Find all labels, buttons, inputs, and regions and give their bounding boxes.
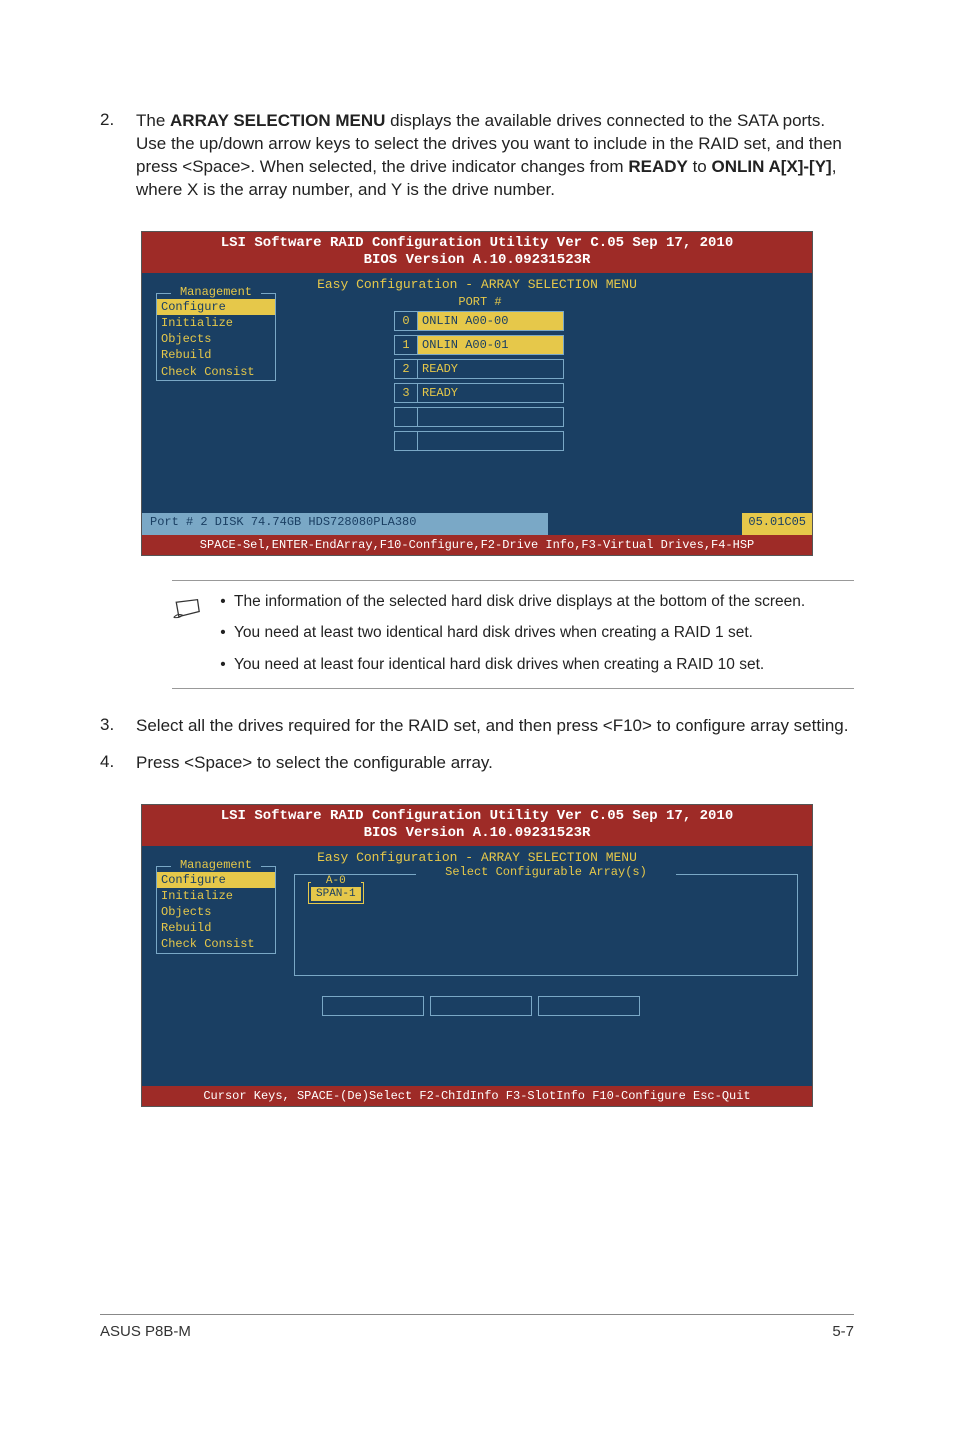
- mgmt-item-check-consist[interactable]: Check Consist: [157, 364, 275, 380]
- bullet-icon: •: [212, 622, 234, 644]
- bios-body: Easy Configuration - ARRAY SELECTION MEN…: [142, 846, 812, 1086]
- status-bar: Port # 2 DISK 74.74GB HDS728080PLA380 05…: [142, 513, 812, 535]
- mgmt-item-objects[interactable]: Objects: [157, 331, 275, 347]
- help-bar: SPACE-Sel,ENTER-EndArray,F10-Configure,F…: [142, 535, 812, 555]
- port-row[interactable]: [394, 431, 564, 451]
- port-value: READY: [418, 359, 564, 379]
- footer-right: 5-7: [832, 1323, 854, 1340]
- mgmt-item-initialize[interactable]: Initialize: [157, 888, 275, 904]
- note-block: • The information of the selected hard d…: [172, 580, 854, 689]
- port-row[interactable]: 2 READY: [394, 359, 564, 379]
- step-number: 2.: [100, 110, 136, 202]
- bold-term: ARRAY SELECTION MENU: [170, 111, 385, 130]
- port-value: ONLIN A00-01: [418, 335, 564, 355]
- empty-slots: [322, 996, 640, 1016]
- port-index: [394, 407, 418, 427]
- bios-title-line2: BIOS Version A.10.09231523R: [146, 825, 808, 843]
- management-menu: Management Configure Initialize Objects …: [156, 293, 276, 381]
- span-title: A-0: [311, 875, 361, 887]
- port-index: 0: [394, 311, 418, 331]
- mgmt-item-initialize[interactable]: Initialize: [157, 315, 275, 331]
- mgmt-item-rebuild[interactable]: Rebuild: [157, 920, 275, 936]
- step-number: 3.: [100, 715, 136, 738]
- footer-left: ASUS P8B-M: [100, 1323, 191, 1340]
- step-2: 2. The ARRAY SELECTION MENU displays the…: [100, 110, 854, 202]
- note-icon: [172, 591, 212, 676]
- port-row[interactable]: 0 ONLIN A00-00: [394, 311, 564, 331]
- port-row[interactable]: [394, 407, 564, 427]
- port-header: PORT #: [420, 295, 540, 309]
- mgmt-item-rebuild[interactable]: Rebuild: [157, 347, 275, 363]
- mgmt-item-configure[interactable]: Configure: [157, 872, 275, 888]
- empty-slot: [538, 996, 640, 1016]
- port-value: [418, 431, 564, 451]
- step-number: 4.: [100, 752, 136, 775]
- mgmt-item-objects[interactable]: Objects: [157, 904, 275, 920]
- bios-title: LSI Software RAID Configuration Utility …: [142, 805, 812, 846]
- empty-slot: [430, 996, 532, 1016]
- note-text: The information of the selected hard dis…: [234, 591, 854, 613]
- port-value: [418, 407, 564, 427]
- mgmt-item-configure[interactable]: Configure: [157, 299, 275, 315]
- step-text: The ARRAY SELECTION MENU displays the av…: [136, 110, 854, 202]
- empty-slot: [322, 996, 424, 1016]
- bios-title-line1: LSI Software RAID Configuration Utility …: [146, 808, 808, 826]
- bios-title-line2: BIOS Version A.10.09231523R: [146, 252, 808, 270]
- port-value: ONLIN A00-00: [418, 311, 564, 331]
- mgmt-item-check-consist[interactable]: Check Consist: [157, 936, 275, 952]
- management-menu-title: Management: [171, 858, 261, 872]
- bold-term: READY: [628, 157, 688, 176]
- note-item: • The information of the selected hard d…: [212, 591, 854, 613]
- port-row[interactable]: 3 READY: [394, 383, 564, 403]
- span-value: SPAN-1: [311, 887, 361, 901]
- management-menu-title: Management: [171, 285, 261, 299]
- note-item: • You need at least four identical hard …: [212, 654, 854, 676]
- page-footer: ASUS P8B-M 5-7: [100, 1314, 854, 1340]
- port-index: 2: [394, 359, 418, 379]
- port-value: READY: [418, 383, 564, 403]
- port-list: PORT # 0 ONLIN A00-00 1 ONLIN A00-01 2 R…: [394, 295, 564, 455]
- bios-screenshot-2: LSI Software RAID Configuration Utility …: [141, 804, 813, 1107]
- port-index: 3: [394, 383, 418, 403]
- bios-title-line1: LSI Software RAID Configuration Utility …: [146, 235, 808, 253]
- bios-title: LSI Software RAID Configuration Utility …: [142, 232, 812, 273]
- port-row[interactable]: 1 ONLIN A00-01: [394, 335, 564, 355]
- step-text: Select all the drives required for the R…: [136, 715, 854, 738]
- status-left: Port # 2 DISK 74.74GB HDS728080PLA380: [142, 513, 548, 535]
- bullet-icon: •: [212, 591, 234, 613]
- port-index: 1: [394, 335, 418, 355]
- text: The: [136, 111, 170, 130]
- note-text: You need at least four identical hard di…: [234, 654, 854, 676]
- bios-screenshot-1: LSI Software RAID Configuration Utility …: [141, 231, 813, 556]
- step-3: 3. Select all the drives required for th…: [100, 715, 854, 738]
- step-text: Press <Space> to select the configurable…: [136, 752, 854, 775]
- status-right: 05.01C05: [742, 513, 812, 535]
- bold-term: ONLIN A[X]-[Y]: [711, 157, 831, 176]
- bios-body: Easy Configuration - ARRAY SELECTION MEN…: [142, 273, 812, 513]
- management-menu: Management Configure Initialize Objects …: [156, 866, 276, 954]
- note-item: • You need at least two identical hard d…: [212, 622, 854, 644]
- bullet-icon: •: [212, 654, 234, 676]
- span-box[interactable]: A-0 SPAN-1: [308, 882, 364, 904]
- select-configurable-title: Select Configurable Array(s): [416, 865, 676, 879]
- help-bar: Cursor Keys, SPACE-(De)Select F2-ChIdInf…: [142, 1086, 812, 1106]
- select-configurable-box: Select Configurable Array(s): [294, 874, 798, 976]
- note-text: You need at least two identical hard dis…: [234, 622, 854, 644]
- port-index: [394, 431, 418, 451]
- text: to: [688, 157, 712, 176]
- note-list: • The information of the selected hard d…: [212, 591, 854, 676]
- step-4: 4. Press <Space> to select the configura…: [100, 752, 854, 775]
